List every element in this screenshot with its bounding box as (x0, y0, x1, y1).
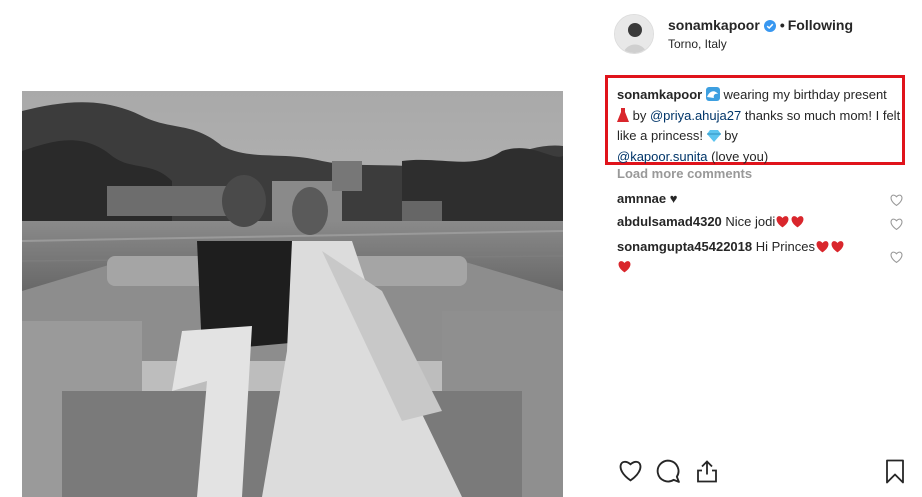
load-more-comments-link[interactable]: Load more comments (617, 166, 752, 181)
red-heart-emoji-icon (790, 215, 805, 233)
comment-like-heart-icon[interactable] (890, 217, 903, 231)
caption-text-1: wearing my birthday present (719, 87, 887, 102)
avatar[interactable] (614, 14, 654, 54)
heart-icon[interactable] (618, 459, 643, 487)
comment-username[interactable]: abdulsamad4320 (617, 214, 722, 229)
photo-image (22, 91, 563, 497)
caption-highlight-box: sonamkapoor wearing my birthday present … (605, 75, 905, 165)
comment-text: ♥ (669, 191, 678, 206)
red-heart-emoji-icon (830, 240, 845, 258)
post-location[interactable]: Torno, Italy (668, 37, 727, 51)
caption-text-4: by (720, 128, 738, 143)
post-header: sonamkapoor • Following Torno, Italy (614, 14, 914, 54)
comment-item: sonamgupta45422018 Hi Princes (617, 238, 877, 278)
comment-text: Nice jodi (725, 214, 776, 229)
comment-like-heart-icon[interactable] (890, 250, 903, 264)
bookmark-icon[interactable] (885, 459, 905, 489)
wave-emoji-icon (705, 87, 720, 107)
red-heart-emoji-icon (775, 215, 790, 233)
verified-badge-icon (763, 19, 776, 35)
share-icon[interactable] (696, 459, 718, 489)
gem-emoji-icon (706, 129, 721, 148)
comment-text: Hi Princes (755, 239, 815, 254)
red-heart-emoji-icon (617, 260, 632, 278)
comment-username[interactable]: amnnae (617, 191, 666, 206)
comment-username[interactable]: sonamgupta45422018 (617, 239, 752, 254)
red-heart-emoji-icon (815, 240, 830, 258)
caption-text-2: by (629, 107, 650, 123)
post-username[interactable]: sonamkapoor (668, 17, 760, 33)
post-action-bar (614, 459, 910, 487)
comment-icon[interactable] (656, 459, 681, 489)
caption-username[interactable]: sonamkapoor (617, 87, 702, 102)
separator-dot: • (779, 17, 785, 33)
post-photo[interactable] (22, 91, 563, 497)
mention-link-priya[interactable]: @priya.ahuja27 (650, 108, 741, 123)
comment-item: abdulsamad4320 Nice jodi (617, 213, 877, 233)
following-button[interactable]: Following (788, 17, 853, 33)
comment-item: amnnae ♥ (617, 190, 877, 208)
dress-emoji-icon (617, 107, 629, 128)
comment-like-heart-icon[interactable] (890, 193, 903, 207)
mention-link-kapoor[interactable]: @kapoor.sunita (617, 149, 708, 164)
caption-text-5: (love you) (707, 148, 769, 164)
